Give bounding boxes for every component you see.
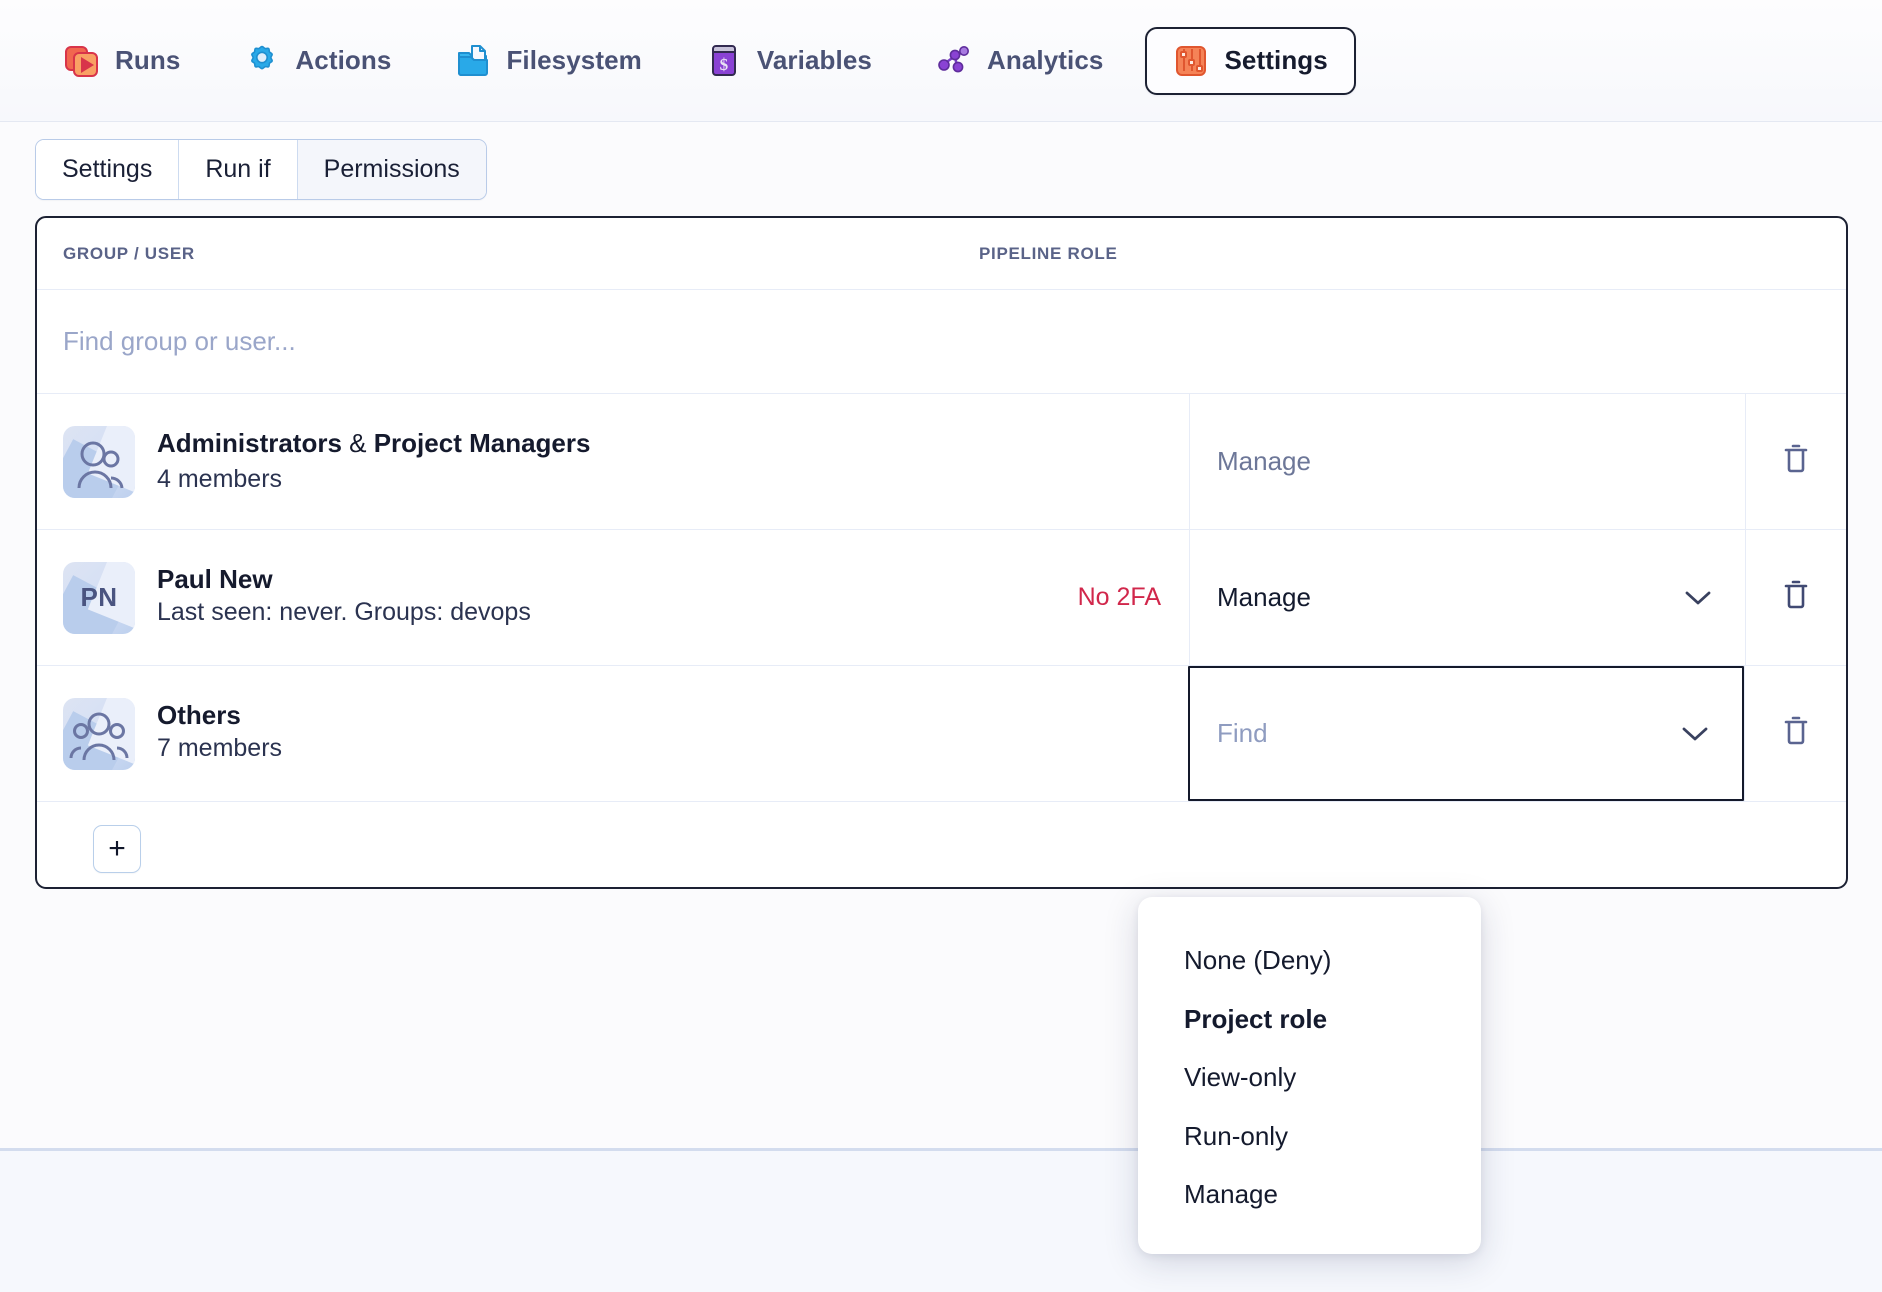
row-title-separator: &: [342, 428, 374, 458]
settings-subtabs: Settings Run if Permissions: [35, 139, 487, 200]
nav-item-filesystem[interactable]: Filesystem: [433, 27, 663, 95]
role-select[interactable]: Manage: [1190, 530, 1745, 665]
row-group-user-cell: Others 7 members: [37, 666, 927, 801]
row-delete-cell: [1745, 530, 1846, 665]
dropdown-option-run-only[interactable]: Run-only: [1138, 1107, 1481, 1166]
table-row: PN Paul New Last seen: never. Groups: de…: [37, 530, 1846, 666]
avatar: [63, 426, 135, 498]
row-2fa-cell: [927, 666, 1189, 801]
column-header-pipeline-role: PIPELINE ROLE: [952, 244, 1672, 264]
avatar: PN: [63, 562, 135, 634]
avatar-initials: PN: [63, 562, 135, 634]
role-value-text: Manage: [1217, 582, 1311, 613]
analytics-icon: [936, 43, 972, 79]
status-badge-2fa: No 2FA: [1078, 583, 1161, 612]
dropdown-option-view-only[interactable]: View-only: [1138, 1048, 1481, 1107]
search-input[interactable]: [63, 326, 763, 357]
row-role-cell: Manage: [1189, 394, 1745, 529]
chevron-down-icon: [1682, 718, 1708, 749]
role-value-readonly: Manage: [1190, 394, 1745, 529]
row-text-block: Others 7 members: [157, 700, 282, 767]
table-row: Others 7 members Find: [37, 666, 1846, 802]
nav-label-filesystem: Filesystem: [506, 45, 641, 76]
row-text-block: Administrators & Project Managers 4 memb…: [157, 425, 590, 497]
dropdown-option-project-role[interactable]: Project role: [1138, 990, 1481, 1049]
row-delete-cell: [1745, 394, 1846, 529]
trash-icon[interactable]: [1780, 578, 1812, 617]
runs-icon: [64, 43, 100, 79]
folder-icon: [455, 43, 491, 79]
row-group-user-cell: Administrators & Project Managers 4 memb…: [37, 394, 927, 529]
row-group-user-cell: PN Paul New Last seen: never. Groups: de…: [37, 530, 927, 665]
row-subtitle: Last seen: never. Groups: devops: [157, 595, 531, 631]
trash-icon[interactable]: [1780, 714, 1812, 753]
gear-icon: [244, 43, 280, 79]
add-permission-button[interactable]: +: [93, 825, 141, 873]
sliders-icon: [1173, 43, 1209, 79]
search-row: [37, 290, 1846, 394]
role-search-placeholder: Find: [1217, 718, 1268, 749]
nav-item-actions[interactable]: Actions: [222, 27, 413, 95]
nav-item-analytics[interactable]: Analytics: [914, 27, 1126, 95]
variables-icon: $: [706, 43, 742, 79]
role-select-open[interactable]: Find: [1190, 668, 1742, 799]
row-role-cell-open: Find: [1188, 666, 1744, 801]
avatar: [63, 698, 135, 770]
nav-item-runs[interactable]: Runs: [42, 27, 202, 95]
row-text-block: Paul New Last seen: never. Groups: devop…: [157, 564, 531, 631]
dropdown-option-none-deny[interactable]: None (Deny): [1138, 931, 1481, 990]
role-dropdown-menu: None (Deny) Project role View-only Run-o…: [1138, 897, 1481, 1254]
table-header-row: GROUP / USER PIPELINE ROLE: [37, 218, 1846, 290]
nav-label-settings: Settings: [1224, 45, 1327, 76]
row-title-part-2: Project Managers: [374, 428, 591, 458]
tab-settings[interactable]: Settings: [36, 140, 179, 199]
row-title: Administrators & Project Managers: [157, 428, 590, 458]
top-navigation-bar: Runs Actions Filesystem $ Variables: [0, 0, 1882, 122]
nav-item-variables[interactable]: $ Variables: [684, 27, 894, 95]
row-2fa-cell: No 2FA: [927, 530, 1189, 665]
row-title-part-1: Administrators: [157, 428, 342, 458]
add-row: +: [37, 802, 1846, 896]
chevron-down-icon: [1685, 582, 1711, 613]
row-delete-cell: [1744, 666, 1846, 801]
permissions-card: GROUP / USER PIPELINE ROLE Administrator…: [35, 216, 1848, 889]
trash-icon[interactable]: [1780, 442, 1812, 481]
nav-item-settings[interactable]: Settings: [1145, 27, 1355, 95]
row-subtitle: 7 members: [157, 731, 282, 767]
nav-label-analytics: Analytics: [987, 45, 1104, 76]
row-2fa-cell: [927, 394, 1189, 529]
column-header-group-user: GROUP / USER: [37, 244, 952, 264]
dropdown-option-manage[interactable]: Manage: [1138, 1165, 1481, 1224]
row-role-cell: Manage: [1189, 530, 1745, 665]
table-row: Administrators & Project Managers 4 memb…: [37, 394, 1846, 530]
row-subtitle: 4 members: [157, 462, 590, 498]
tab-run-if[interactable]: Run if: [179, 140, 297, 199]
nav-label-runs: Runs: [115, 45, 180, 76]
nav-label-actions: Actions: [295, 45, 391, 76]
row-title: Others: [157, 700, 282, 731]
tab-permissions[interactable]: Permissions: [298, 140, 486, 199]
footer-area: [0, 1151, 1882, 1292]
row-title: Paul New: [157, 564, 531, 595]
nav-label-variables: Variables: [757, 45, 872, 76]
role-value-text: Manage: [1217, 446, 1311, 477]
